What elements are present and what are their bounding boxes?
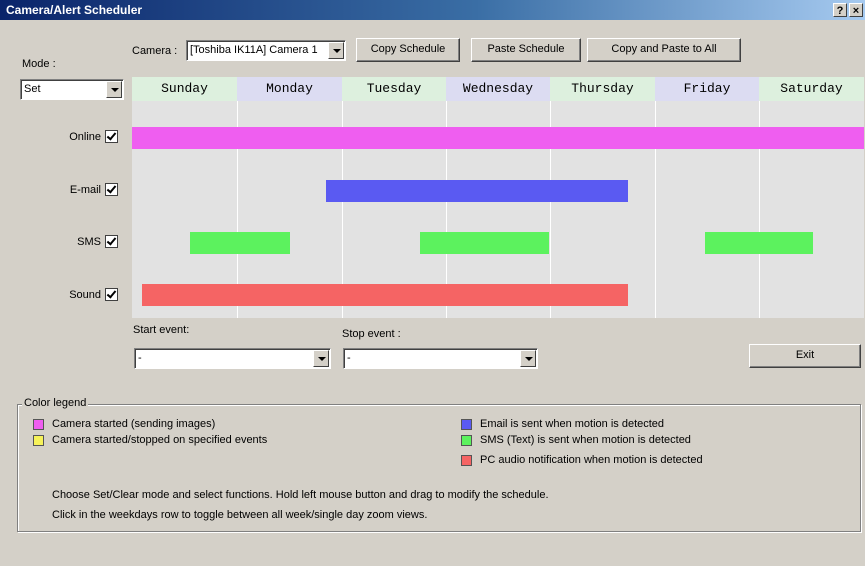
day-header-saturday[interactable]: Saturday bbox=[759, 77, 864, 101]
sms-schedule-bar[interactable] bbox=[705, 232, 813, 254]
online-checkbox[interactable] bbox=[105, 130, 118, 143]
sound-label: Sound bbox=[69, 289, 101, 301]
day-header-tuesday[interactable]: Tuesday bbox=[342, 77, 446, 101]
close-icon[interactable]: × bbox=[849, 3, 863, 17]
sms-schedule-bar[interactable] bbox=[420, 232, 549, 254]
instruction-text: Click in the weekdays row to toggle betw… bbox=[52, 509, 428, 521]
start-event-label: Start event: bbox=[133, 324, 190, 336]
sms-color-swatch bbox=[461, 435, 472, 446]
camera-select[interactable]: [Toshiba IK11A] Camera 1 bbox=[186, 40, 346, 61]
color-legend-title: Color legend bbox=[22, 397, 89, 409]
email-checkbox[interactable] bbox=[105, 183, 118, 196]
copy-schedule-button[interactable]: Copy Schedule bbox=[356, 38, 460, 62]
camera-value: [Toshiba IK11A] Camera 1 bbox=[190, 44, 318, 56]
chevron-down-icon[interactable] bbox=[328, 42, 344, 59]
sms-schedule-bar[interactable] bbox=[190, 232, 290, 254]
mode-label: Mode : bbox=[22, 58, 56, 70]
day-header-friday[interactable]: Friday bbox=[655, 77, 759, 101]
title-bar: Camera/Alert Scheduler ? × bbox=[0, 0, 865, 20]
sound-checkbox[interactable] bbox=[105, 288, 118, 301]
day-header-wednesday[interactable]: Wednesday bbox=[446, 77, 550, 101]
day-header-sunday[interactable]: Sunday bbox=[132, 77, 237, 101]
event-color-swatch bbox=[33, 435, 44, 446]
schedule-grid[interactable]: Sunday Monday Tuesday Wednesday Thursday… bbox=[132, 77, 864, 318]
mode-select[interactable]: Set bbox=[20, 79, 124, 100]
online-color-swatch bbox=[33, 419, 44, 430]
help-icon[interactable]: ? bbox=[833, 3, 847, 17]
start-event-select[interactable]: - bbox=[134, 348, 331, 369]
exit-button[interactable]: Exit bbox=[749, 344, 861, 368]
stop-event-label: Stop event : bbox=[342, 328, 401, 340]
window-title: Camera/Alert Scheduler bbox=[6, 3, 143, 17]
camera-label: Camera : bbox=[132, 45, 178, 57]
chevron-down-icon[interactable] bbox=[520, 350, 536, 367]
copy-paste-all-button[interactable]: Copy and Paste to All bbox=[587, 38, 741, 62]
paste-schedule-button[interactable]: Paste Schedule bbox=[471, 38, 581, 62]
email-label: E-mail bbox=[69, 184, 101, 196]
legend-item: PC audio notification when motion is det… bbox=[480, 454, 703, 466]
stop-event-select[interactable]: - bbox=[343, 348, 538, 369]
email-schedule-bar[interactable] bbox=[326, 180, 628, 202]
sms-label: SMS bbox=[77, 236, 101, 248]
legend-item: Camera started (sending images) bbox=[52, 418, 216, 430]
mode-value: Set bbox=[24, 83, 41, 95]
online-schedule-bar[interactable] bbox=[132, 127, 864, 149]
sound-schedule-bar[interactable] bbox=[142, 284, 628, 306]
stop-event-value: - bbox=[347, 352, 351, 364]
sms-checkbox[interactable] bbox=[105, 235, 118, 248]
instruction-text: Choose Set/Clear mode and select functio… bbox=[52, 489, 549, 501]
email-color-swatch bbox=[461, 419, 472, 430]
day-header-thursday[interactable]: Thursday bbox=[550, 77, 655, 101]
start-event-value: - bbox=[138, 352, 142, 364]
legend-item: SMS (Text) is sent when motion is detect… bbox=[480, 434, 691, 446]
chevron-down-icon[interactable] bbox=[313, 350, 329, 367]
chevron-down-icon[interactable] bbox=[106, 81, 122, 98]
legend-item: Email is sent when motion is detected bbox=[480, 418, 665, 430]
legend-item: Camera started/stopped on specified even… bbox=[52, 434, 268, 446]
sound-color-swatch bbox=[461, 455, 472, 466]
online-label: Online bbox=[69, 131, 101, 143]
day-header-monday[interactable]: Monday bbox=[237, 77, 342, 101]
